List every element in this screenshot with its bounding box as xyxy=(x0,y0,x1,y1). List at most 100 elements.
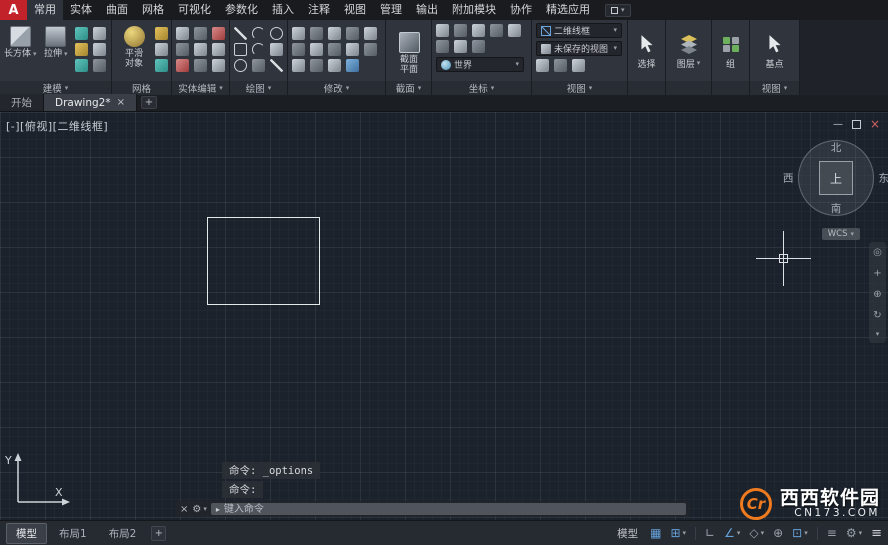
viewcube[interactable]: 北 南 西 东 上 xyxy=(783,140,888,216)
box-tool-button[interactable]: 长方体 ▾ xyxy=(4,23,37,59)
line-tool-icon[interactable] xyxy=(234,27,247,40)
named-views-dropdown[interactable]: 未保存的视图 ▾ xyxy=(536,41,622,56)
rectangle-tool-icon[interactable] xyxy=(234,43,247,56)
presspull-tool-icon[interactable] xyxy=(93,27,106,40)
ribbon-tab-insert[interactable]: 插入 xyxy=(265,0,301,20)
view-panel-label[interactable]: 视图 ▾ xyxy=(532,81,627,95)
spline-tool-icon[interactable] xyxy=(252,59,265,72)
snap-mode-button[interactable]: ⊞ ▾ xyxy=(670,527,686,539)
ribbon-tab-view[interactable]: 视图 xyxy=(337,0,373,20)
ribbon-tab-surface[interactable]: 曲面 xyxy=(99,0,135,20)
ribbon-tab-featured-apps[interactable]: 精选应用 xyxy=(539,0,597,20)
solid-editing-panel-label[interactable]: 实体编辑 ▾ xyxy=(172,81,229,95)
coordinates-panel-label[interactable]: 坐标 ▾ xyxy=(432,81,531,95)
ribbon-tab-addins[interactable]: 附加模块 xyxy=(445,0,503,20)
layout2-tab[interactable]: 布局2 xyxy=(99,523,147,544)
revolve-tool-icon[interactable] xyxy=(75,43,88,56)
osnap-tracking-icon[interactable]: ⊕ xyxy=(773,527,783,539)
separate-tool-icon[interactable] xyxy=(176,59,189,72)
erase-tool-icon[interactable] xyxy=(364,43,377,56)
scale-tool-icon[interactable] xyxy=(292,43,305,56)
zoom-icon[interactable]: ⊕ xyxy=(873,289,881,300)
imprint-tool-icon[interactable] xyxy=(194,59,207,72)
extrude-tool-button[interactable]: 拉伸 ▾ xyxy=(40,23,72,59)
pan-icon[interactable]: + xyxy=(873,268,881,279)
ribbon-collapse-button[interactable]: ▾ xyxy=(605,3,631,17)
union-tool-icon[interactable] xyxy=(176,27,189,40)
layers-panel-label[interactable] xyxy=(666,81,711,95)
drawing2-tab[interactable]: Drawing2* × xyxy=(44,94,137,111)
align-tool-icon[interactable] xyxy=(346,59,359,72)
grid-icon[interactable]: ▦ xyxy=(650,527,661,539)
array-tool-icon[interactable] xyxy=(328,43,341,56)
object-snap-button[interactable]: ⊡ ▾ xyxy=(792,527,808,539)
viewcube-west[interactable]: 西 xyxy=(783,171,794,186)
subtract-tool-icon[interactable] xyxy=(194,27,207,40)
extract-edges-tool-icon[interactable] xyxy=(212,59,225,72)
ucs-view-tool-icon[interactable] xyxy=(436,40,449,53)
ucs-face-tool-icon[interactable] xyxy=(472,40,485,53)
sweep-tool-icon[interactable] xyxy=(93,43,106,56)
construction-line-tool-icon[interactable] xyxy=(270,59,283,72)
view-top-tool-icon[interactable] xyxy=(536,59,549,72)
polysolid-tool-icon[interactable] xyxy=(75,27,88,40)
model-tab[interactable]: 模型 xyxy=(6,522,47,544)
groups-panel-label[interactable] xyxy=(712,81,749,95)
new-layout-button[interactable]: + xyxy=(151,525,167,541)
lineweight-icon[interactable]: ≡ xyxy=(827,527,837,539)
ribbon-tab-parametric[interactable]: 参数化 xyxy=(218,0,265,20)
minimize-window-icon[interactable]: — xyxy=(833,119,843,130)
close-window-icon[interactable]: × xyxy=(870,117,880,131)
ucs-world-tool-icon[interactable] xyxy=(436,24,449,37)
view-camera-tool-icon[interactable] xyxy=(572,59,585,72)
modeling-panel-label[interactable]: 建模 ▾ xyxy=(0,81,111,95)
select-panel-label[interactable] xyxy=(628,81,665,95)
ribbon-tab-mesh[interactable]: 网格 xyxy=(135,0,171,20)
ribbon-tab-solid[interactable]: 实体 xyxy=(63,0,99,20)
model-space-indicator[interactable]: 模型 xyxy=(617,526,638,541)
mesh-box-tool-icon[interactable] xyxy=(155,27,168,40)
ribbon-tab-manage[interactable]: 管理 xyxy=(373,0,409,20)
ribbon-tab-home[interactable]: 常用 xyxy=(27,0,63,20)
drawn-rectangle[interactable] xyxy=(207,217,320,305)
orbit-icon[interactable]: ↻ xyxy=(873,310,881,321)
fillet-tool-icon[interactable] xyxy=(310,59,323,72)
mesh-panel-label[interactable]: 网格 xyxy=(112,81,171,95)
ribbon-tab-visualize[interactable]: 可视化 xyxy=(171,0,218,20)
customize-commandline-button[interactable]: ⚙ ▾ xyxy=(192,504,206,515)
isodraft-button[interactable]: ◇ ▾ xyxy=(749,527,764,539)
select-tool-button[interactable]: 选择 xyxy=(628,20,665,81)
rotate-tool-icon[interactable] xyxy=(310,27,323,40)
taper-face-tool-icon[interactable] xyxy=(194,43,207,56)
viewport-controls[interactable]: [-][俯视][二维线框] xyxy=(6,118,108,134)
loft-tool-icon[interactable] xyxy=(75,59,88,72)
ribbon-tab-annotate[interactable]: 注释 xyxy=(301,0,337,20)
arc-tool-icon[interactable] xyxy=(252,43,265,56)
smooth-object-button[interactable]: 平滑 对象 xyxy=(116,23,152,70)
copy-tool-icon[interactable] xyxy=(346,27,359,40)
slice-tool-icon[interactable] xyxy=(93,59,106,72)
close-commandline-icon[interactable]: × xyxy=(180,504,188,515)
view2-panel-label[interactable]: 视图 ▾ xyxy=(750,81,799,95)
view-orbit-tool-icon[interactable] xyxy=(554,59,567,72)
viewcube-north[interactable]: 北 xyxy=(831,140,842,155)
base-point-button[interactable]: 基点 xyxy=(750,20,799,81)
steering-wheel-icon[interactable]: ◎ xyxy=(873,247,882,258)
ucs-object-tool-icon[interactable] xyxy=(454,40,467,53)
draw-panel-label[interactable]: 绘图 ▾ xyxy=(230,81,287,95)
hatch-tool-icon[interactable] xyxy=(270,43,283,56)
wcs-menu[interactable]: WCS ▾ xyxy=(821,228,860,240)
drawing-area[interactable]: [-][俯视][二维线框] — × 北 南 西 东 上 WCS ▾ ◎ + ⊕ … xyxy=(0,112,888,520)
section-plane-button[interactable]: 截面 平面 xyxy=(391,29,427,76)
fillet-edge-tool-icon[interactable] xyxy=(176,43,189,56)
intersect-tool-icon[interactable] xyxy=(212,27,225,40)
ellipse-tool-icon[interactable] xyxy=(234,59,247,72)
trim-tool-icon[interactable] xyxy=(328,27,341,40)
ucs-previous-tool-icon[interactable] xyxy=(454,24,467,37)
offset-tool-icon[interactable] xyxy=(346,43,359,56)
polar-tracking-button[interactable]: ∠ ▾ xyxy=(724,527,740,539)
shell-tool-icon[interactable] xyxy=(212,43,225,56)
ucs-z-axis-tool-icon[interactable] xyxy=(508,24,521,37)
viewcube-top-face[interactable]: 上 xyxy=(819,161,853,195)
mesh-refine-tool-icon[interactable] xyxy=(155,43,168,56)
